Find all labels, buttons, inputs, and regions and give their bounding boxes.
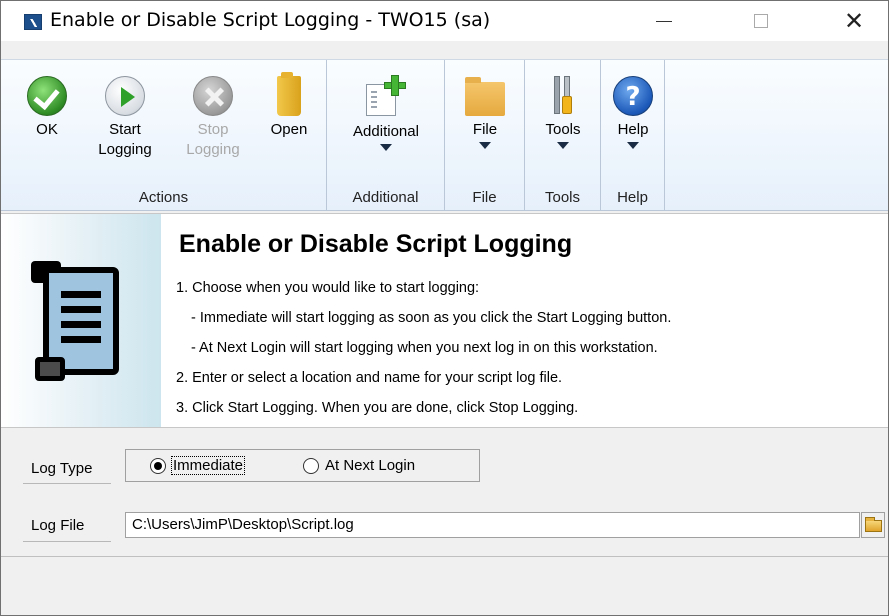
file-button[interactable]: File [451,76,519,149]
start-logging-label-line2: Logging [98,141,152,158]
maximize-icon [754,14,768,28]
divider [23,483,111,484]
additional-button-label: Additional [353,123,419,140]
ribbon-group-tools: Tools Tools [525,60,601,210]
x-circle-icon [193,76,233,116]
divider [1,556,888,557]
maximize-button[interactable] [738,1,784,41]
log-type-label: Log Type [31,460,93,477]
close-icon: ✕ [843,7,865,35]
title-bar: Enable or Disable Script Logging - TWO15… [1,1,888,41]
additional-button[interactable]: Additional [333,74,439,151]
radio-at-next-login-label: At Next Login [325,457,416,474]
file-button-label: File [472,121,498,138]
divider [23,541,111,542]
window-title: Enable or Disable Script Logging - TWO15… [50,9,491,31]
log-file-input[interactable]: C:\Users\JimP\Desktop\Script.log [125,512,860,538]
chevron-down-icon [627,142,639,149]
close-button[interactable]: ✕ [831,1,877,41]
instruction-line: 2. Enter or select a location and name f… [176,370,563,386]
file-folder-icon [465,77,505,116]
folder-icon [277,72,301,116]
log-type-radio-group: Immediate At Next Login [125,449,480,482]
minimize-icon [656,20,672,22]
tools-button-label: Tools [545,121,581,138]
instruction-line: - At Next Login will start logging when … [191,340,658,356]
actions-group-label: Actions [138,189,189,206]
instruction-line: - Immediate will start logging as soon a… [191,310,672,326]
instruction-line: 1. Choose when you would like to start l… [176,280,480,296]
script-logging-window: Enable or Disable Script Logging - TWO15… [0,0,889,616]
radio-immediate-label: Immediate [170,456,246,475]
additional-group-label: Additional [352,189,419,206]
start-logging-label-line1: Start [109,121,141,138]
help-button-label: Help [617,121,649,138]
radio-at-next-login[interactable]: At Next Login [303,457,415,474]
stop-logging-label-line1: Stop [197,121,229,138]
page-title: Enable or Disable Script Logging [179,230,573,258]
open-button[interactable]: Open [257,72,321,140]
radio-unselected-icon [303,457,319,474]
log-file-label: Log File [31,517,85,534]
start-logging-button[interactable]: Start Logging [85,76,165,160]
ribbon-group-help: ? Help Help [601,60,665,210]
ribbon-group-file: File File [445,60,525,210]
file-group-label: File [472,189,497,206]
open-button-label: Open [270,121,308,138]
check-circle-icon [27,76,67,116]
browse-file-button[interactable] [861,512,885,538]
ok-button[interactable]: OK [17,76,77,140]
help-group-label: Help [617,189,648,206]
scroll-icon [29,261,144,386]
help-icon: ? [613,76,653,116]
stop-logging-label-line2: Logging [186,141,240,158]
help-button[interactable]: ? Help [605,76,661,149]
folder-lookup-icon [865,517,882,532]
play-circle-icon [105,76,145,116]
tools-icon [548,74,578,116]
chevron-down-icon [380,144,392,151]
tools-button[interactable]: Tools [529,74,597,149]
ribbon-group-actions: OK Start Logging Stop Logging Open Actio… [1,60,327,210]
add-document-icon [364,74,408,118]
banner-artwork [1,214,161,427]
header-banner: Enable or Disable Script Logging 1. Choo… [1,213,888,428]
ribbon-group-additional: Additional Additional [327,60,445,210]
radio-selected-icon [150,457,166,474]
stop-logging-button[interactable]: Stop Logging [173,76,253,160]
ribbon-toolbar: OK Start Logging Stop Logging Open Actio… [1,59,888,211]
instruction-line: 3. Click Start Logging. When you are don… [176,400,579,416]
chevron-down-icon [557,142,569,149]
app-logo-icon [24,14,42,30]
chevron-down-icon [479,142,491,149]
ok-button-label: OK [36,121,58,138]
minimize-button[interactable] [641,1,687,41]
tools-group-label: Tools [544,189,581,206]
radio-immediate[interactable]: Immediate [150,456,246,475]
